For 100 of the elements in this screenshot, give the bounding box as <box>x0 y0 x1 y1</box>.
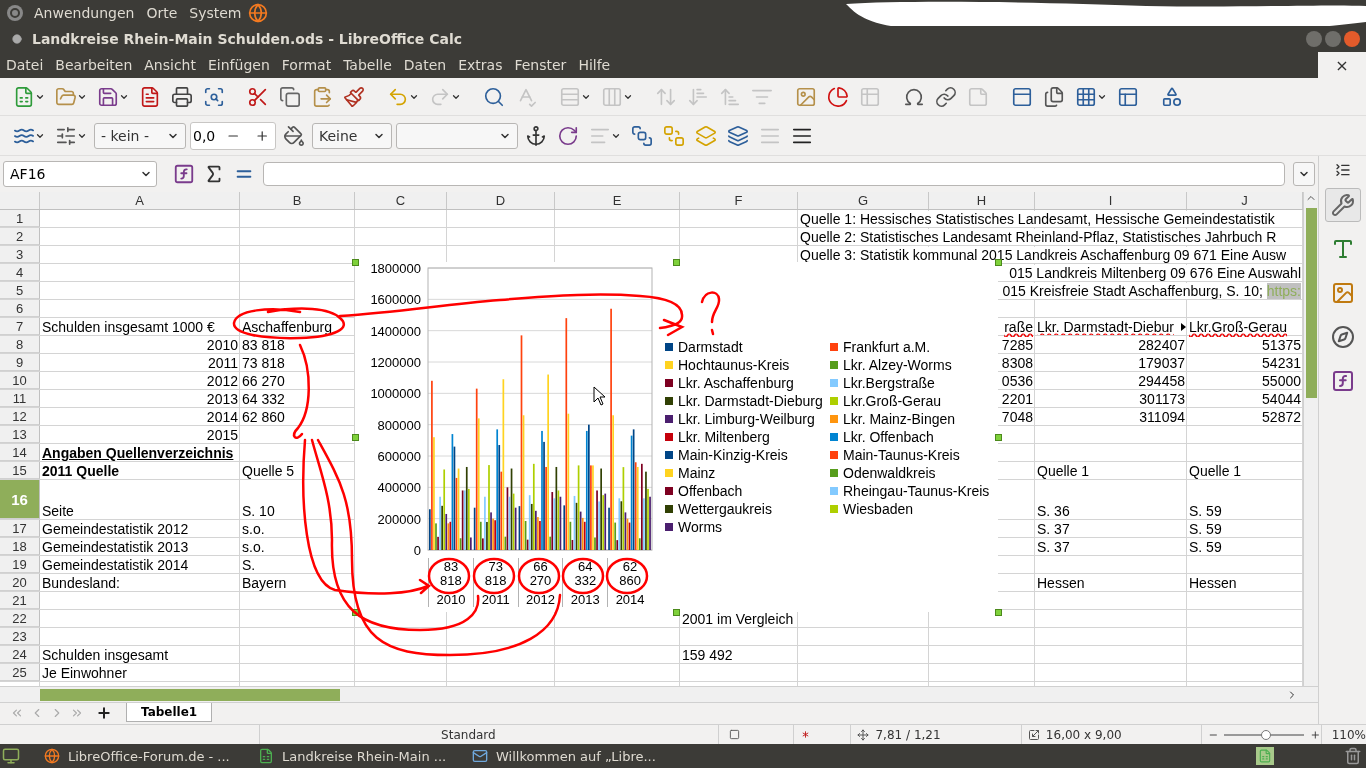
cell-text: 015 Kreisfreie Stadt Aschaffenburg, S. 10; https: <box>1002 283 1301 299</box>
legend-label: Lkr. Darmstadt-Dieburg <box>678 393 823 409</box>
row-header[interactable]: 6 <box>0 300 40 317</box>
axis-label: 1400000 <box>370 323 421 339</box>
panel-menu[interactable]: Anwendungen <box>28 5 141 21</box>
column-header[interactable]: H <box>929 192 1035 209</box>
axis-label: 800000 <box>377 417 421 433</box>
column-header[interactable]: C <box>355 192 447 209</box>
taskbar-button[interactable]: Landkreise Rhein-Main ... <box>252 745 462 767</box>
axis-label: 2010 <box>436 593 466 607</box>
row-header[interactable]: 9 <box>0 354 40 371</box>
category-note: 83 818 <box>439 560 463 588</box>
row-header[interactable]: 25 <box>0 664 40 681</box>
taskbar-button[interactable]: LibreOffice-Forum.de - ... <box>38 745 248 767</box>
cell-text: 015 Landkreis Miltenberg 09 676 Eine Auswahl <box>1009 265 1301 281</box>
close-document-button[interactable]: × <box>1318 52 1366 78</box>
name-box[interactable]: AF16 <box>3 161 157 187</box>
sheet-tab[interactable]: Tabelle1 <box>126 703 213 722</box>
legend-label: Offenbach <box>678 483 743 499</box>
category-note: 73 818 <box>483 560 508 588</box>
row-header[interactable]: 7 <box>0 318 40 335</box>
row-header[interactable]: 10 <box>0 372 40 389</box>
legend-label: Mainz <box>678 465 716 481</box>
row-header[interactable]: 4 <box>0 264 40 281</box>
menu-item[interactable]: Format <box>275 57 338 73</box>
legend-label: Lkr. Limburg-Weilburg <box>678 411 815 427</box>
legend-label: Wiesbaden <box>843 501 914 517</box>
legend-label: Lkr. Offenbach <box>843 429 934 445</box>
row-header[interactable]: 2 <box>0 228 40 245</box>
row-header[interactable]: 5 <box>0 282 40 299</box>
axis-label: 1200000 <box>370 355 421 370</box>
axis-label: 400000 <box>377 480 421 496</box>
legend-label: Lkr. Aschaffenburg <box>678 375 794 391</box>
row-header[interactable]: 20 <box>0 574 40 591</box>
row-header[interactable]: 15 <box>0 462 40 479</box>
cell-text: Quelle 1: Hessisches Statistisches Landesamt, Hessische Gemeindestatistik <box>800 211 1275 227</box>
axis-label: 1000000 <box>370 386 421 402</box>
legend-label: Hochtaunus-Kreis <box>678 357 790 373</box>
axis-label: 2012 <box>526 593 555 607</box>
menu-item[interactable]: Daten <box>397 57 453 73</box>
menu-item[interactable]: Datei <box>0 57 50 73</box>
legend-label: Rheingau-Taunus-Kreis <box>843 483 990 499</box>
column-header[interactable]: I <box>1035 192 1187 209</box>
axis-label: 600000 <box>377 449 421 464</box>
row-header[interactable]: 17 <box>0 520 40 537</box>
category-note: 66 270 <box>528 560 553 588</box>
axis-label: 200000 <box>377 511 421 527</box>
axis-label: 1600000 <box>370 292 421 308</box>
menu-item[interactable]: Hilfe <box>572 57 617 73</box>
legend-label: Main-Kinzig-Kreis <box>678 447 788 463</box>
column-header[interactable]: B <box>240 192 355 209</box>
column-header[interactable]: D <box>447 192 555 209</box>
column-header[interactable]: A <box>40 192 240 209</box>
taskbar-button[interactable]: Willkommen auf „Libre... <box>466 745 676 767</box>
cell-text: Quelle 2: Statistisches Landesamt Rheinland-Pflaz, Statistisches Jahrbuch R <box>800 229 1277 245</box>
axis-label: 2014 <box>615 593 645 607</box>
legend-label: Darmstadt <box>678 339 743 355</box>
legend-label: Worms <box>678 519 723 535</box>
window-title: Landkreise Rhein-Main Schulden.ods - LibreOffice Calc <box>32 31 462 47</box>
legend-label: Frankfurt a.M. <box>843 339 931 355</box>
column-header[interactable]: G <box>798 192 929 209</box>
row-header[interactable]: 1 <box>0 210 40 227</box>
row-header[interactable]: 14 <box>0 444 40 461</box>
category-note: 64 332 <box>573 560 598 588</box>
row-header[interactable]: 19 <box>0 556 40 573</box>
legend-label: Wettergaukreis <box>678 501 772 517</box>
row-header[interactable]: 11 <box>0 390 40 407</box>
row-header[interactable]: 18 <box>0 538 40 555</box>
row-header[interactable]: 8 <box>0 336 40 353</box>
legend-label: Main-Taunus-Kreis <box>843 447 960 463</box>
row-header[interactable]: 22 <box>0 610 40 627</box>
row-header[interactable]: 13 <box>0 426 40 443</box>
axis-label: 2011 <box>481 593 510 607</box>
size-text: 16,00 x 9,00 <box>1045 727 1122 742</box>
legend-label: Lkr. Miltenberg <box>678 429 770 445</box>
column-header[interactable]: E <box>555 192 680 209</box>
dropdown[interactable]: Keine <box>312 122 392 149</box>
row-header[interactable]: 23 <box>0 628 40 645</box>
row-header[interactable]: 3 <box>0 246 40 263</box>
axis-label: 0 <box>413 543 421 558</box>
menu-item[interactable]: Fenster <box>508 57 573 73</box>
dropdown[interactable]: - kein - <box>94 122 186 149</box>
menu-item[interactable]: Einfügen <box>202 57 276 73</box>
cell-text: Quelle 3: Statistik kommunal 2015 Landkreis Aschaffenburg 09 671 Eine Ausw <box>800 247 1287 263</box>
page-style: Standard <box>441 727 496 742</box>
zoom-text[interactable]: 110% <box>1331 727 1366 742</box>
column-header[interactable]: F <box>680 192 798 209</box>
axis-label: 1800000 <box>370 262 421 276</box>
row-header[interactable]: 12 <box>0 408 40 425</box>
row-header[interactable]: 24 <box>0 646 40 663</box>
menu-item[interactable]: Tabelle <box>337 57 398 73</box>
row-header[interactable]: 21 <box>0 592 40 609</box>
position-text: 7,81 / 1,21 <box>875 727 941 742</box>
panel-menu[interactable]: System <box>183 5 248 21</box>
menu-item[interactable]: Extras <box>452 57 509 73</box>
menu-item[interactable]: Ansicht <box>138 57 202 73</box>
legend-label: Odenwaldkreis <box>843 465 936 481</box>
number-field[interactable]: 0,0 <box>190 121 276 150</box>
menu-item[interactable]: Bearbeiten <box>49 57 139 73</box>
panel-menu[interactable]: Orte <box>140 5 184 21</box>
